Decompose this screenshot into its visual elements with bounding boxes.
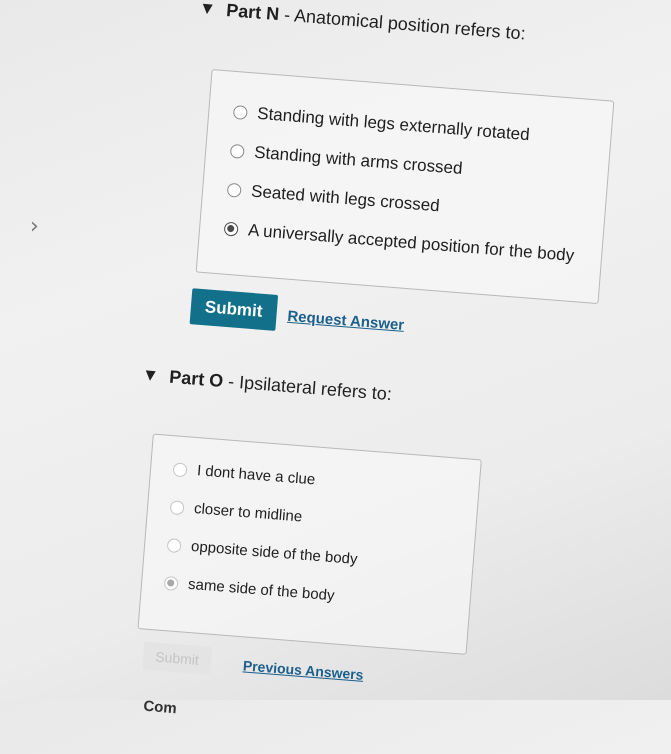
request-answer-link[interactable]: Request Answer xyxy=(287,308,405,334)
part-n-separator: - xyxy=(283,4,291,26)
collapse-triangle-icon[interactable]: ▼ xyxy=(202,1,213,17)
collapse-triangle-icon[interactable]: ▼ xyxy=(145,368,156,384)
submit-button[interactable]: Submit xyxy=(189,288,278,331)
content-panel: ▼ Part N - Anatomical position refers to… xyxy=(0,0,671,725)
option-label: closer to midline xyxy=(193,500,303,526)
option-label: same side of the body xyxy=(187,575,336,605)
radio-button[interactable] xyxy=(172,461,188,477)
radio-button-selected[interactable] xyxy=(223,221,239,237)
option-label: Standing with legs externally rotated xyxy=(256,103,531,145)
part-o-choices: I dont have a clue closer to midline opp… xyxy=(137,433,482,655)
cutoff-text: Com xyxy=(142,697,178,718)
part-n-option-2[interactable]: Standing with arms crossed xyxy=(229,141,464,179)
radio-button[interactable] xyxy=(232,104,248,120)
part-n-question: Anatomical position refers to: xyxy=(293,5,527,44)
part-o-separator: - xyxy=(227,371,236,392)
option-label: Seated with legs crossed xyxy=(250,181,441,216)
part-n-option-3[interactable]: Seated with legs crossed xyxy=(226,180,440,217)
radio-button[interactable] xyxy=(229,143,245,159)
option-label: Standing with arms crossed xyxy=(253,142,464,179)
part-o-label: Part O xyxy=(168,366,225,391)
radio-button-selected[interactable] xyxy=(163,575,179,591)
previous-answers-link[interactable]: Previous Answers xyxy=(242,657,364,682)
part-n-option-1[interactable]: Standing with legs externally rotated xyxy=(232,102,531,145)
submit-button-disabled[interactable]: Submit xyxy=(142,641,212,675)
radio-button[interactable] xyxy=(169,499,185,515)
part-o-question: Ipsilateral refers to: xyxy=(238,372,393,405)
radio-button[interactable] xyxy=(166,537,182,553)
option-label: I dont have a clue xyxy=(196,462,316,489)
part-n-option-4[interactable]: A universally accepted position for the … xyxy=(223,219,575,266)
part-n-label: Part N xyxy=(225,0,280,25)
part-o-header[interactable]: ▼ Part O - Ipsilateral refers to: xyxy=(145,365,393,405)
option-label: opposite side of the body xyxy=(190,537,359,568)
option-label: A universally accepted position for the … xyxy=(247,220,575,266)
part-o-option-3[interactable]: opposite side of the body xyxy=(166,536,359,568)
part-o-option-4[interactable]: same side of the body xyxy=(163,574,336,605)
part-n-header[interactable]: ▼ Part N - Anatomical position refers to… xyxy=(202,0,527,45)
part-n-choices: Standing with legs externally rotated St… xyxy=(195,69,615,305)
page-canvas: › ▼ Part N - Anatomical position refers … xyxy=(0,0,671,717)
part-o-option-1[interactable]: I dont have a clue xyxy=(172,460,316,489)
part-o-option-2[interactable]: closer to midline xyxy=(169,498,303,526)
radio-button[interactable] xyxy=(226,182,242,198)
